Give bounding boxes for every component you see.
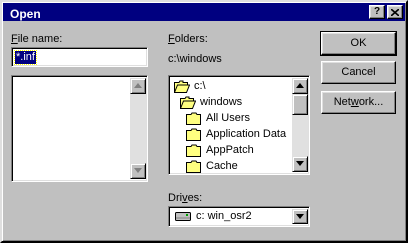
folder-item-apppatch[interactable]: AppPatch (171, 142, 291, 158)
folder-scroll-down-button[interactable] (292, 156, 308, 172)
drives-label: Drives: (168, 192, 203, 204)
folder-item-windows[interactable]: windows (171, 94, 291, 110)
folder-item-label: windows (200, 96, 243, 108)
arrow-down-icon (296, 161, 304, 166)
drives-value: c: win_osr2 (196, 210, 252, 222)
folder-icon (186, 160, 201, 173)
cancel-button[interactable]: Cancel (321, 61, 396, 84)
folder-item-label: All Users (206, 112, 251, 124)
file-name-label: File name: (11, 33, 63, 45)
file-scroll-up-button[interactable] (130, 78, 146, 94)
file-scroll-down-button[interactable] (130, 163, 146, 179)
open-folder-icon (174, 80, 190, 93)
folder-item-label: AppPatch (206, 144, 254, 156)
folder-item-application-data[interactable]: Application Data (171, 126, 291, 142)
folder-scroll-up-button[interactable] (292, 78, 308, 94)
arrow-down-icon (134, 168, 142, 173)
file-list-scrollbar[interactable] (130, 78, 146, 179)
network-button[interactable]: Network... (321, 91, 396, 114)
folder-item-label: Application Data (206, 128, 287, 140)
arrow-up-icon (134, 83, 142, 88)
close-button[interactable] (387, 5, 403, 19)
file-name-input[interactable]: *.inf (11, 47, 148, 67)
folder-list[interactable]: c:\ windows All Users Application Data A… (168, 75, 310, 175)
ok-button[interactable]: OK (320, 31, 397, 56)
help-button[interactable]: ? (369, 5, 385, 19)
current-folder-path: c:\windows (168, 53, 222, 65)
folder-icon (186, 128, 201, 141)
chevron-down-icon (296, 214, 304, 219)
folder-icon (186, 144, 201, 157)
folder-scroll-thumb[interactable] (292, 94, 308, 115)
folder-list-viewport: c:\ windows All Users Application Data A… (171, 78, 291, 174)
folder-item-c-root[interactable]: c:\ (171, 78, 291, 94)
file-list[interactable] (11, 75, 148, 182)
drives-select[interactable]: c: win_osr2 (168, 206, 310, 227)
close-icon (391, 9, 399, 16)
window-title: Open (10, 7, 41, 21)
open-folder-icon (180, 96, 196, 109)
folder-item-cache[interactable]: Cache (171, 158, 291, 174)
file-name-value: *.inf (14, 50, 37, 65)
folder-item-label: c:\ (194, 80, 206, 92)
drives-dropdown-button[interactable] (292, 209, 308, 224)
hard-drive-icon (175, 212, 191, 221)
folder-item-all-users[interactable]: All Users (171, 110, 291, 126)
title-bar[interactable]: Open (3, 3, 405, 21)
folders-label: Folders: (168, 33, 208, 45)
folder-item-label: Cache (206, 160, 238, 172)
folder-list-scrollbar[interactable] (292, 78, 308, 172)
arrow-up-icon (296, 83, 304, 88)
folder-icon (186, 112, 201, 125)
